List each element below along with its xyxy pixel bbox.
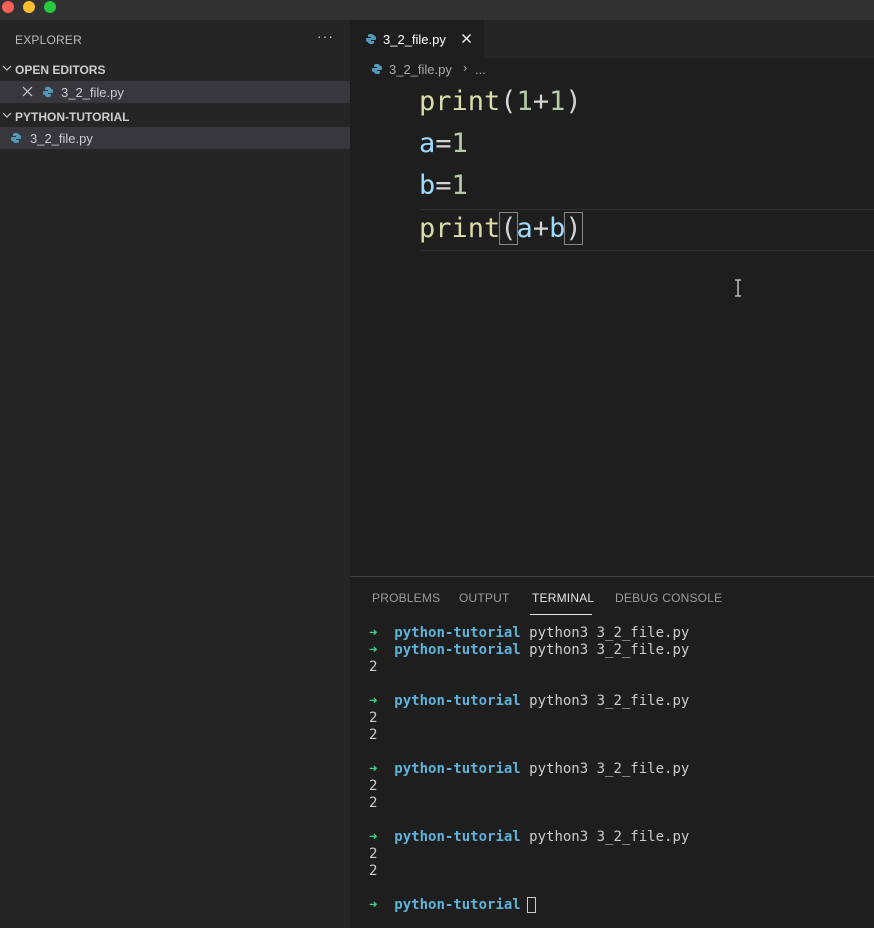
terminal-output-line: 2 bbox=[369, 727, 378, 743]
terminal-command: python3 3_2_file.py bbox=[529, 642, 690, 658]
python-file-icon bbox=[11, 133, 21, 143]
breadcrumb-file[interactable]: 3_2_file.py bbox=[389, 62, 452, 77]
prompt-directory: python-tutorial bbox=[377, 693, 530, 709]
breadcrumb: 3_2_file.py › ... bbox=[350, 58, 874, 80]
project-label: PYTHON-TUTORIAL bbox=[15, 110, 130, 124]
explorer-title: EXPLORER bbox=[15, 33, 82, 47]
editor-area: 3_2_file.py 3_2_file.py › ... print(1+1)… bbox=[350, 20, 874, 576]
current-line-highlight bbox=[420, 209, 874, 251]
breadcrumb-separator: › bbox=[463, 60, 468, 75]
terminal-prompt-line: ➜ python-tutorial python3 3_2_file.py bbox=[369, 642, 689, 659]
tab-debug-console[interactable]: DEBUG CONSOLE bbox=[615, 591, 722, 605]
tab-3-2-file[interactable]: 3_2_file.py bbox=[350, 20, 484, 58]
maximize-window-button[interactable] bbox=[44, 1, 56, 13]
tab-problems[interactable]: PROBLEMS bbox=[372, 591, 440, 605]
terminal-prompt-line: ➜ python-tutorial bbox=[369, 897, 536, 914]
open-editors-section[interactable]: OPEN EDITORS bbox=[0, 59, 350, 81]
breadcrumb-ellipsis[interactable]: ... bbox=[475, 62, 486, 77]
open-editors-label: OPEN EDITORS bbox=[15, 63, 106, 77]
title-bar bbox=[0, 0, 874, 20]
terminal-output-line: 2 bbox=[369, 778, 378, 794]
tree-filename: 3_2_file.py bbox=[30, 131, 93, 146]
prompt-directory: python-tutorial bbox=[377, 625, 530, 641]
terminal-output-line: 2 bbox=[369, 863, 378, 879]
tab-terminal[interactable]: TERMINAL bbox=[532, 591, 594, 605]
terminal-prompt-line: ➜ python-tutorial python3 3_2_file.py bbox=[369, 761, 689, 778]
terminal-prompt-line: ➜ python-tutorial python3 3_2_file.py bbox=[369, 625, 689, 642]
prompt-directory: python-tutorial bbox=[377, 642, 530, 658]
terminal-command: python3 3_2_file.py bbox=[529, 829, 690, 845]
chevron-down-icon bbox=[2, 112, 12, 118]
python-file-icon bbox=[372, 64, 382, 74]
terminal-output-line: 2 bbox=[369, 795, 378, 811]
text-cursor-icon bbox=[735, 279, 741, 297]
open-editor-filename: 3_2_file.py bbox=[61, 85, 124, 100]
project-section[interactable]: PYTHON-TUTORIAL bbox=[0, 106, 350, 128]
prompt-directory: python-tutorial bbox=[377, 897, 530, 913]
tab-output[interactable]: OUTPUT bbox=[459, 591, 510, 605]
python-file-icon bbox=[366, 34, 376, 44]
terminal-command: python3 3_2_file.py bbox=[529, 625, 690, 641]
terminal-output-line: 2 bbox=[369, 659, 378, 675]
code-line[interactable]: print(1+1) bbox=[419, 82, 582, 122]
tab-label: 3_2_file.py bbox=[383, 32, 446, 47]
code-line[interactable]: a=1 bbox=[419, 124, 468, 164]
bottom-panel: PROBLEMS OUTPUT TERMINAL DEBUG CONSOLE ➜… bbox=[350, 576, 874, 928]
prompt-directory: python-tutorial bbox=[377, 829, 530, 845]
minimize-window-button[interactable] bbox=[23, 1, 35, 13]
terminal-output-line: 2 bbox=[369, 846, 378, 862]
code-line[interactable]: b=1 bbox=[419, 166, 468, 206]
active-tab-indicator bbox=[530, 614, 592, 615]
tree-file-item[interactable]: 3_2_file.py bbox=[0, 127, 350, 149]
open-editor-item[interactable]: 3_2_file.py bbox=[0, 81, 350, 103]
more-actions-icon[interactable]: ··· bbox=[317, 28, 334, 44]
editor-tabs: 3_2_file.py bbox=[350, 20, 874, 58]
chevron-down-icon bbox=[2, 65, 12, 71]
terminal-cursor bbox=[527, 897, 536, 913]
python-file-icon bbox=[43, 87, 53, 97]
close-icon[interactable] bbox=[21, 85, 34, 98]
explorer-sidebar: EXPLORER ··· OPEN EDITORS 3_2_file.py PY… bbox=[0, 20, 350, 928]
close-icon[interactable] bbox=[461, 33, 472, 44]
close-window-button[interactable] bbox=[2, 1, 14, 13]
terminal-prompt-line: ➜ python-tutorial python3 3_2_file.py bbox=[369, 829, 689, 846]
prompt-directory: python-tutorial bbox=[377, 761, 530, 777]
terminal-prompt-line: ➜ python-tutorial python3 3_2_file.py bbox=[369, 693, 689, 710]
terminal-output-line: 2 bbox=[369, 710, 378, 726]
terminal-command: python3 3_2_file.py bbox=[529, 693, 690, 709]
terminal-command: python3 3_2_file.py bbox=[529, 761, 690, 777]
